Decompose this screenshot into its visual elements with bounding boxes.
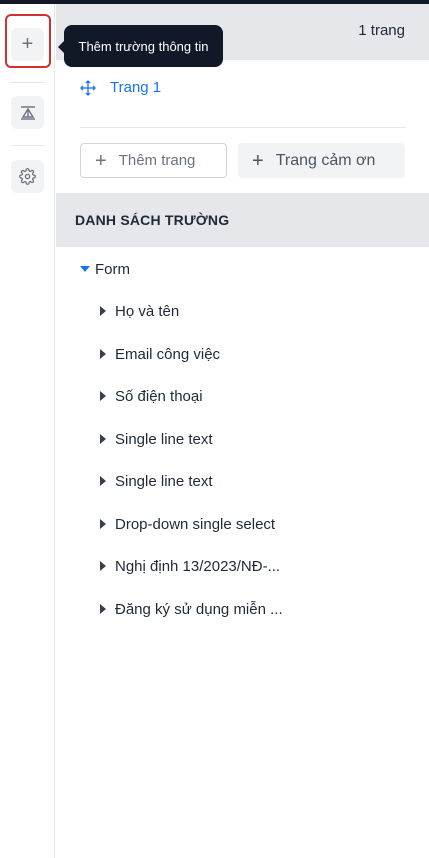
caret-right-icon[interactable] [100, 349, 106, 359]
caret-right-icon[interactable] [100, 561, 106, 571]
field-item[interactable]: Email công việc [100, 343, 220, 365]
page-count: 1 trang [358, 22, 405, 39]
add-field-tooltip: Thêm trường thông tin [58, 25, 223, 67]
field-item[interactable]: Họ và tên [100, 300, 179, 322]
divider [80, 127, 406, 128]
settings-button[interactable] [11, 160, 44, 193]
add-page-label: Thêm trang [118, 152, 196, 169]
field-item[interactable]: Nghị định 13/2023/NĐ-... [100, 555, 280, 577]
caret-right-icon[interactable] [100, 306, 106, 316]
form-tree-node[interactable]: Form [80, 258, 130, 280]
field-item[interactable]: Drop-down single select [100, 513, 275, 535]
caret-down-icon[interactable] [80, 266, 90, 272]
field-item-label: Drop-down single select [115, 515, 276, 533]
field-item-label: Số điện thoại [115, 387, 203, 405]
plus-icon: + [252, 149, 264, 172]
field-item[interactable]: Single line text [100, 428, 213, 450]
field-item-label: Single line text [115, 430, 213, 448]
field-item[interactable]: Số điện thoại [100, 385, 203, 407]
tooltip-text: Thêm trường thông tin [78, 38, 209, 54]
thank-you-page-label: Trang cảm ơn [275, 151, 376, 169]
field-item-label: Email công việc [115, 345, 221, 363]
field-item-label: Single line text [115, 472, 213, 490]
page-item-trang-1[interactable]: Trang 1 [80, 79, 161, 96]
gear-icon [19, 168, 36, 185]
thank-you-page-button[interactable]: + Trang cảm ơn [238, 143, 405, 178]
field-item-label: Họ và tên [115, 302, 180, 320]
caret-right-icon[interactable] [100, 391, 106, 401]
rail-divider [10, 145, 45, 146]
caret-right-icon[interactable] [100, 604, 106, 614]
field-list-title: DANH SÁCH TRƯỜNG [75, 212, 230, 228]
field-item[interactable]: Đăng ký sử dụng miễn ... [100, 598, 283, 620]
field-item-label: Nghị định 13/2023/NĐ-... [115, 557, 281, 575]
layout-button[interactable] [11, 96, 44, 129]
left-rail: + [0, 4, 55, 858]
move-icon[interactable] [80, 79, 96, 96]
field-item-label: Đăng ký sử dụng miễn ... [115, 600, 283, 618]
field-item[interactable]: Single line text [100, 470, 213, 492]
field-list-header: DANH SÁCH TRƯỜNG [56, 193, 429, 247]
caret-right-icon[interactable] [100, 434, 106, 444]
rail-divider [10, 82, 45, 83]
page-item-label[interactable]: Trang 1 [110, 79, 161, 96]
caret-right-icon[interactable] [100, 519, 106, 529]
caret-right-icon[interactable] [100, 476, 106, 486]
add-field-highlight [5, 14, 51, 68]
plus-icon: + [95, 149, 107, 172]
form-tree-label: Form [95, 260, 130, 278]
layout-icon [20, 105, 35, 120]
add-page-button[interactable]: + Thêm trang [80, 143, 227, 178]
